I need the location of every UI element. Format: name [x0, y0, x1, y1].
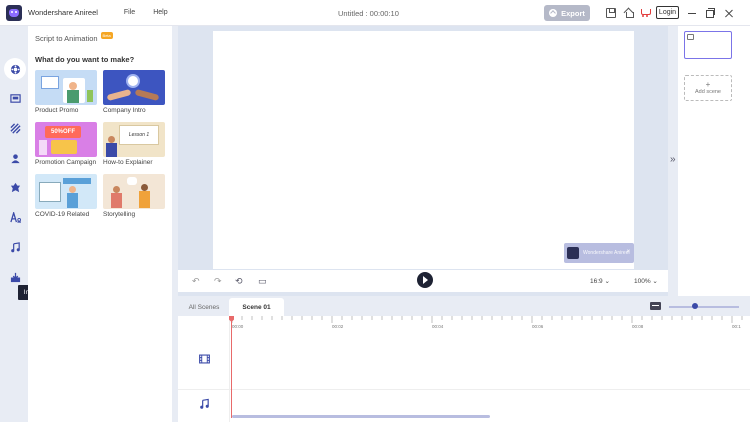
video-track-icon	[199, 354, 210, 364]
zoom-value: 100%	[634, 278, 651, 285]
play-button[interactable]	[417, 272, 433, 288]
plus-icon: +	[705, 80, 711, 89]
covid-19-related-thumbnail	[35, 174, 97, 209]
template-card-company-intro[interactable]: Company Intro	[103, 70, 165, 114]
left-nav	[0, 26, 28, 422]
login-button[interactable]: Login	[656, 6, 679, 19]
scene-panel	[678, 26, 750, 296]
timeline-zoom-knob[interactable]	[692, 303, 698, 309]
tick-label: 00:02	[332, 324, 344, 329]
export-label: Export	[561, 8, 585, 18]
text-icon[interactable]	[4, 206, 26, 228]
template-card-how-to-explainer[interactable]: Lesson 1 How-to Explainer	[103, 122, 165, 166]
tick-label: 00:08	[632, 324, 644, 329]
export-icon	[549, 9, 558, 17]
app-logo-icon	[6, 4, 22, 21]
template-card-promotion-campaign[interactable]: 50%OFF Promotion Campaign	[35, 122, 97, 166]
cart-icon[interactable]	[640, 8, 651, 18]
app-name: Wondershare Anireel	[28, 8, 98, 17]
menu-file[interactable]: File	[124, 9, 135, 16]
scene-thumbnail[interactable]	[684, 31, 732, 59]
add-scene-label: Add scene	[695, 89, 721, 95]
close-icon[interactable]	[722, 6, 736, 20]
playhead[interactable]	[231, 316, 232, 418]
promotion-campaign-thumbnail: 50%OFF	[35, 122, 97, 157]
replace-icon[interactable]: ⟲	[235, 276, 243, 287]
export-button[interactable]: Export	[544, 5, 590, 21]
tab-all-scenes[interactable]: All Scenes	[182, 298, 226, 316]
template-label: Company Intro	[103, 107, 146, 114]
tick-label: 00:1	[732, 324, 741, 329]
track-separator	[178, 389, 750, 390]
template-label: COVID-19 Related	[35, 211, 90, 218]
watermark-text: Wondershare Anireel	[583, 249, 630, 256]
timeline-zoom-slider[interactable]	[669, 306, 739, 308]
storytelling-thumbnail	[103, 174, 165, 209]
template-label: Promotion Campaign	[35, 159, 97, 166]
music-icon[interactable]	[4, 236, 26, 258]
timeline-ruler	[231, 316, 743, 323]
minimize-icon[interactable]	[685, 6, 699, 20]
tick-label: 00:06	[532, 324, 544, 329]
zoom-select[interactable]: 100% ⌄	[634, 277, 658, 285]
tab-scene-01[interactable]: Scene 01	[229, 298, 284, 316]
how-to-explainer-thumbnail: Lesson 1	[103, 122, 165, 157]
record-icon[interactable]: ▭	[258, 276, 267, 287]
scene-image-icon	[687, 34, 694, 40]
template-card-covid-19-related[interactable]: COVID-19 Related	[35, 174, 97, 218]
background-icon[interactable]	[4, 117, 26, 139]
character-icon[interactable]	[4, 147, 26, 169]
tick-label: 00:00	[232, 324, 244, 329]
document-title: Untitled : 00:00:10	[338, 9, 399, 18]
add-scene-button[interactable]: + Add scene	[684, 75, 732, 101]
menu-help[interactable]: Help	[153, 9, 167, 16]
restore-icon[interactable]	[703, 6, 717, 20]
company-intro-thumbnail	[103, 70, 165, 105]
watermark-close-icon[interactable]: ×	[626, 249, 630, 255]
watermark: Wondershare Anireel ×	[564, 243, 634, 263]
panel-header-text: Script to Animation	[35, 34, 98, 43]
template-label: How-to Explainer	[103, 159, 153, 166]
home-icon[interactable]	[624, 8, 634, 18]
timeline-scrollbar[interactable]	[232, 415, 490, 418]
howto-thumb-text: Lesson 1	[119, 125, 159, 145]
panel-header: Script to Animation Beta	[35, 32, 113, 43]
audio-track-icon	[200, 398, 209, 409]
tick-label: 00:04	[432, 324, 444, 329]
undo-icon[interactable]: ↶	[192, 276, 200, 287]
template-card-product-promo[interactable]: Product Promo	[35, 70, 97, 114]
template-label: Storytelling	[103, 211, 136, 218]
track-headers	[178, 316, 230, 422]
beta-badge: Beta	[100, 32, 113, 39]
template-card-storytelling[interactable]: Storytelling	[103, 174, 165, 218]
fit-timeline-icon[interactable]	[650, 302, 661, 310]
template-icon[interactable]	[4, 87, 26, 109]
promo-thumb-text: 50%OFF	[45, 126, 81, 138]
aspect-ratio-value: 16:9	[590, 278, 603, 285]
panel-question: What do you want to make?	[35, 55, 135, 64]
scene-canvas[interactable]	[213, 31, 634, 269]
watermark-logo-icon	[567, 247, 579, 259]
aspect-ratio-select[interactable]: 16:9 ⌄	[590, 277, 610, 285]
redo-icon[interactable]: ↷	[214, 276, 222, 287]
props-icon[interactable]	[4, 176, 26, 198]
product-promo-thumbnail	[35, 70, 97, 105]
template-label: Product Promo	[35, 107, 79, 114]
script-to-animation-icon[interactable]	[4, 58, 26, 80]
save-icon[interactable]	[606, 8, 616, 18]
template-panel: Script to Animation Beta What do you wan…	[28, 26, 172, 422]
